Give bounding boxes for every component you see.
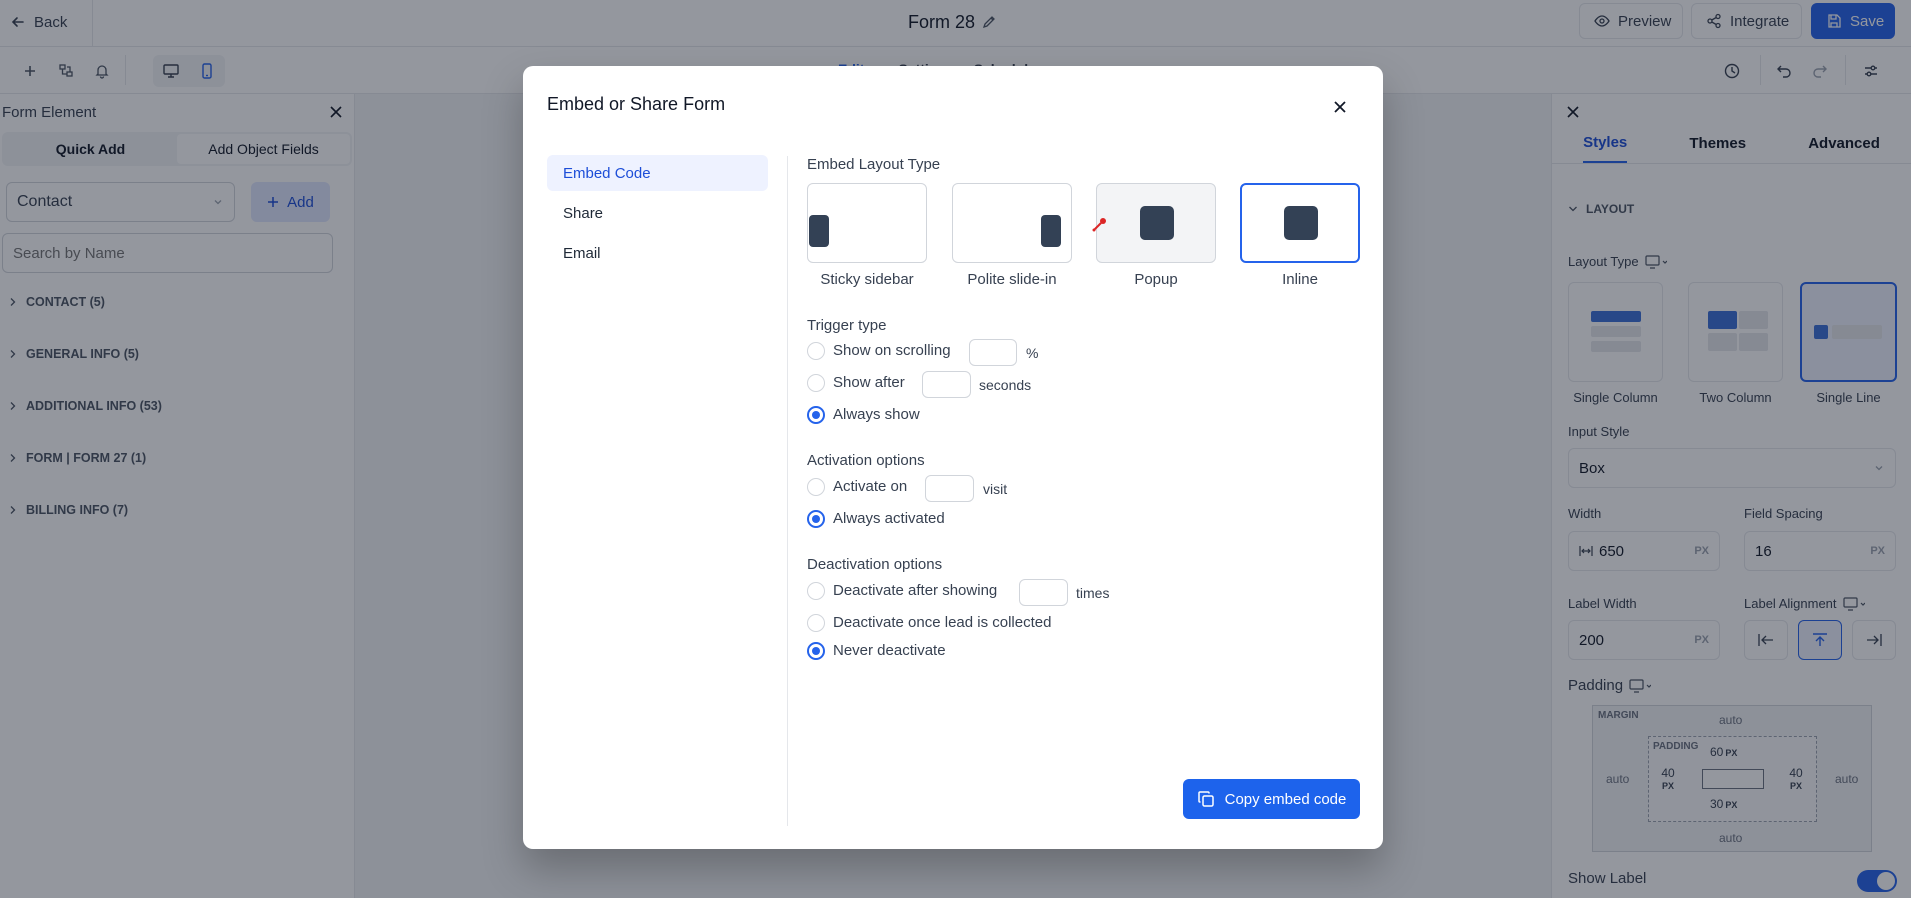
- activation-options-label: Activation options: [807, 452, 925, 469]
- radio-label: Never deactivate: [833, 642, 946, 659]
- radio-show-on-scrolling[interactable]: [807, 342, 825, 360]
- radio-label: Show on scrolling: [833, 342, 951, 359]
- radio-label: Show after: [833, 374, 905, 391]
- radio-never-deactivate[interactable]: [807, 642, 825, 660]
- radio-label: Deactivate once lead is collected: [833, 614, 1052, 631]
- embed-share-modal: Embed or Share Form Embed Code Share Ema…: [523, 66, 1383, 849]
- close-icon[interactable]: [1326, 93, 1354, 121]
- nav-share[interactable]: Share: [547, 195, 768, 231]
- modal-title: Embed or Share Form: [547, 94, 726, 114]
- layout-card-label: Popup: [1134, 271, 1178, 288]
- radio-activate-on[interactable]: [807, 478, 825, 496]
- radio-label: Activate on: [833, 478, 908, 495]
- embed-layout-type-label: Embed Layout Type: [807, 156, 941, 173]
- cursor-pointer-icon: [1091, 215, 1109, 233]
- radio-deactivate-once-lead-collected[interactable]: [807, 614, 825, 632]
- deactivate-times-input[interactable]: [1019, 579, 1068, 606]
- activate-visit-input[interactable]: [925, 475, 974, 502]
- copy-embed-code-button[interactable]: Copy embed code: [1183, 779, 1360, 819]
- layout-card-sticky-sidebar[interactable]: [807, 183, 927, 263]
- layout-card-popup[interactable]: [1096, 183, 1216, 263]
- modal-divider: [787, 156, 788, 826]
- layout-card-label: Inline: [1282, 271, 1318, 288]
- radio-label: Always show: [833, 406, 920, 423]
- layout-card-label: Polite slide-in: [967, 271, 1057, 288]
- layout-card-label: Sticky sidebar: [820, 271, 914, 288]
- copy-icon: [1197, 790, 1215, 808]
- radio-show-after[interactable]: [807, 374, 825, 392]
- radio-deactivate-after-showing[interactable]: [807, 582, 825, 600]
- percent-unit: %: [1026, 345, 1039, 361]
- radio-always-show[interactable]: [807, 406, 825, 424]
- layout-card-inline[interactable]: [1240, 183, 1360, 263]
- show-after-seconds-input[interactable]: [922, 371, 971, 398]
- trigger-type-label: Trigger type: [807, 317, 887, 334]
- seconds-unit: seconds: [979, 377, 1032, 393]
- visit-unit: visit: [983, 481, 1008, 497]
- nav-email[interactable]: Email: [547, 235, 768, 271]
- times-unit: times: [1076, 585, 1110, 601]
- deactivation-options-label: Deactivation options: [807, 556, 943, 573]
- radio-label: Deactivate after showing: [833, 582, 998, 599]
- scroll-percent-input[interactable]: [969, 339, 1017, 366]
- nav-embed-code[interactable]: Embed Code: [547, 155, 768, 191]
- layout-card-polite-slide-in[interactable]: [952, 183, 1072, 263]
- radio-label: Always activated: [833, 510, 945, 527]
- radio-always-activated[interactable]: [807, 510, 825, 528]
